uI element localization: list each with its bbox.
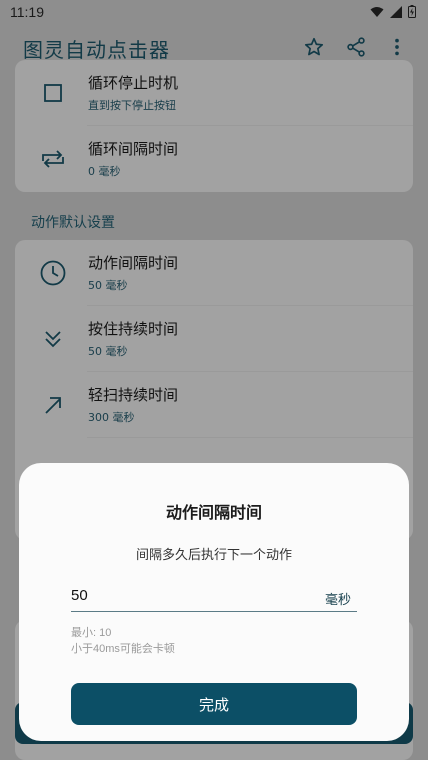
setting-title: 按住持续时间	[88, 320, 179, 338]
repeat-icon	[39, 145, 67, 173]
setting-hold-duration[interactable]: 按住持续时间 50 毫秒	[15, 306, 413, 372]
setting-title: 轻扫持续时间	[88, 386, 179, 404]
share-icon	[347, 37, 365, 57]
setting-subtitle: 0 毫秒	[88, 165, 121, 178]
status-icons	[370, 5, 416, 18]
setting-loop-stop[interactable]: 循环停止时机 直到按下停止按钮	[15, 60, 413, 126]
unit-label: 毫秒	[324, 593, 351, 608]
setting-subtitle: 50 毫秒	[88, 345, 128, 358]
checkbox-icon	[39, 79, 67, 107]
battery-icon	[408, 5, 416, 18]
status-time: 11:19	[10, 4, 44, 20]
dialog-title: 动作间隔时间	[165, 503, 262, 522]
section-header: 动作默认设置	[31, 215, 115, 231]
dialog-subtitle: 间隔多久后执行下一个动作	[135, 548, 292, 563]
loop-settings-card: 循环停止时机 直到按下停止按钮 循环间隔时间 0 毫秒	[15, 60, 413, 192]
interval-input[interactable]	[71, 587, 291, 604]
status-bar: 11:19	[0, 0, 428, 24]
star-button[interactable]	[301, 34, 327, 60]
star-icon	[304, 37, 324, 56]
setting-title: 循环间隔时间	[88, 140, 179, 158]
signal-icon	[390, 5, 402, 18]
confirm-button[interactable]: 完成	[71, 683, 357, 725]
setting-subtitle: 直到按下停止按钮	[88, 99, 176, 112]
setting-title: 循环停止时机	[88, 74, 179, 92]
app-title: 图灵自动点击器	[23, 38, 170, 62]
wifi-icon	[370, 6, 384, 17]
hint-warning: 小于40ms可能会卡顿	[71, 643, 175, 655]
chevrons-down-icon	[39, 325, 67, 353]
arrow-up-right-icon	[39, 391, 67, 419]
interval-field: 毫秒	[71, 583, 357, 612]
setting-loop-interval[interactable]: 循环间隔时间 0 毫秒	[15, 126, 413, 192]
setting-subtitle: 50 毫秒	[88, 279, 128, 292]
share-button[interactable]	[343, 34, 369, 60]
interval-dialog: 动作间隔时间 间隔多久后执行下一个动作 毫秒 最小: 10 小于40ms可能会卡…	[19, 463, 409, 741]
setting-title: 动作间隔时间	[88, 254, 179, 272]
hint-min: 最小: 10	[71, 627, 112, 639]
more-vert-icon	[395, 38, 399, 56]
setting-action-interval[interactable]: 动作间隔时间 50 毫秒	[15, 240, 413, 306]
clock-icon	[39, 259, 67, 287]
more-button[interactable]	[384, 34, 410, 60]
setting-swipe-duration[interactable]: 轻扫持续时间 300 毫秒	[15, 372, 413, 438]
setting-subtitle: 300 毫秒	[88, 411, 135, 424]
divider	[87, 437, 413, 438]
